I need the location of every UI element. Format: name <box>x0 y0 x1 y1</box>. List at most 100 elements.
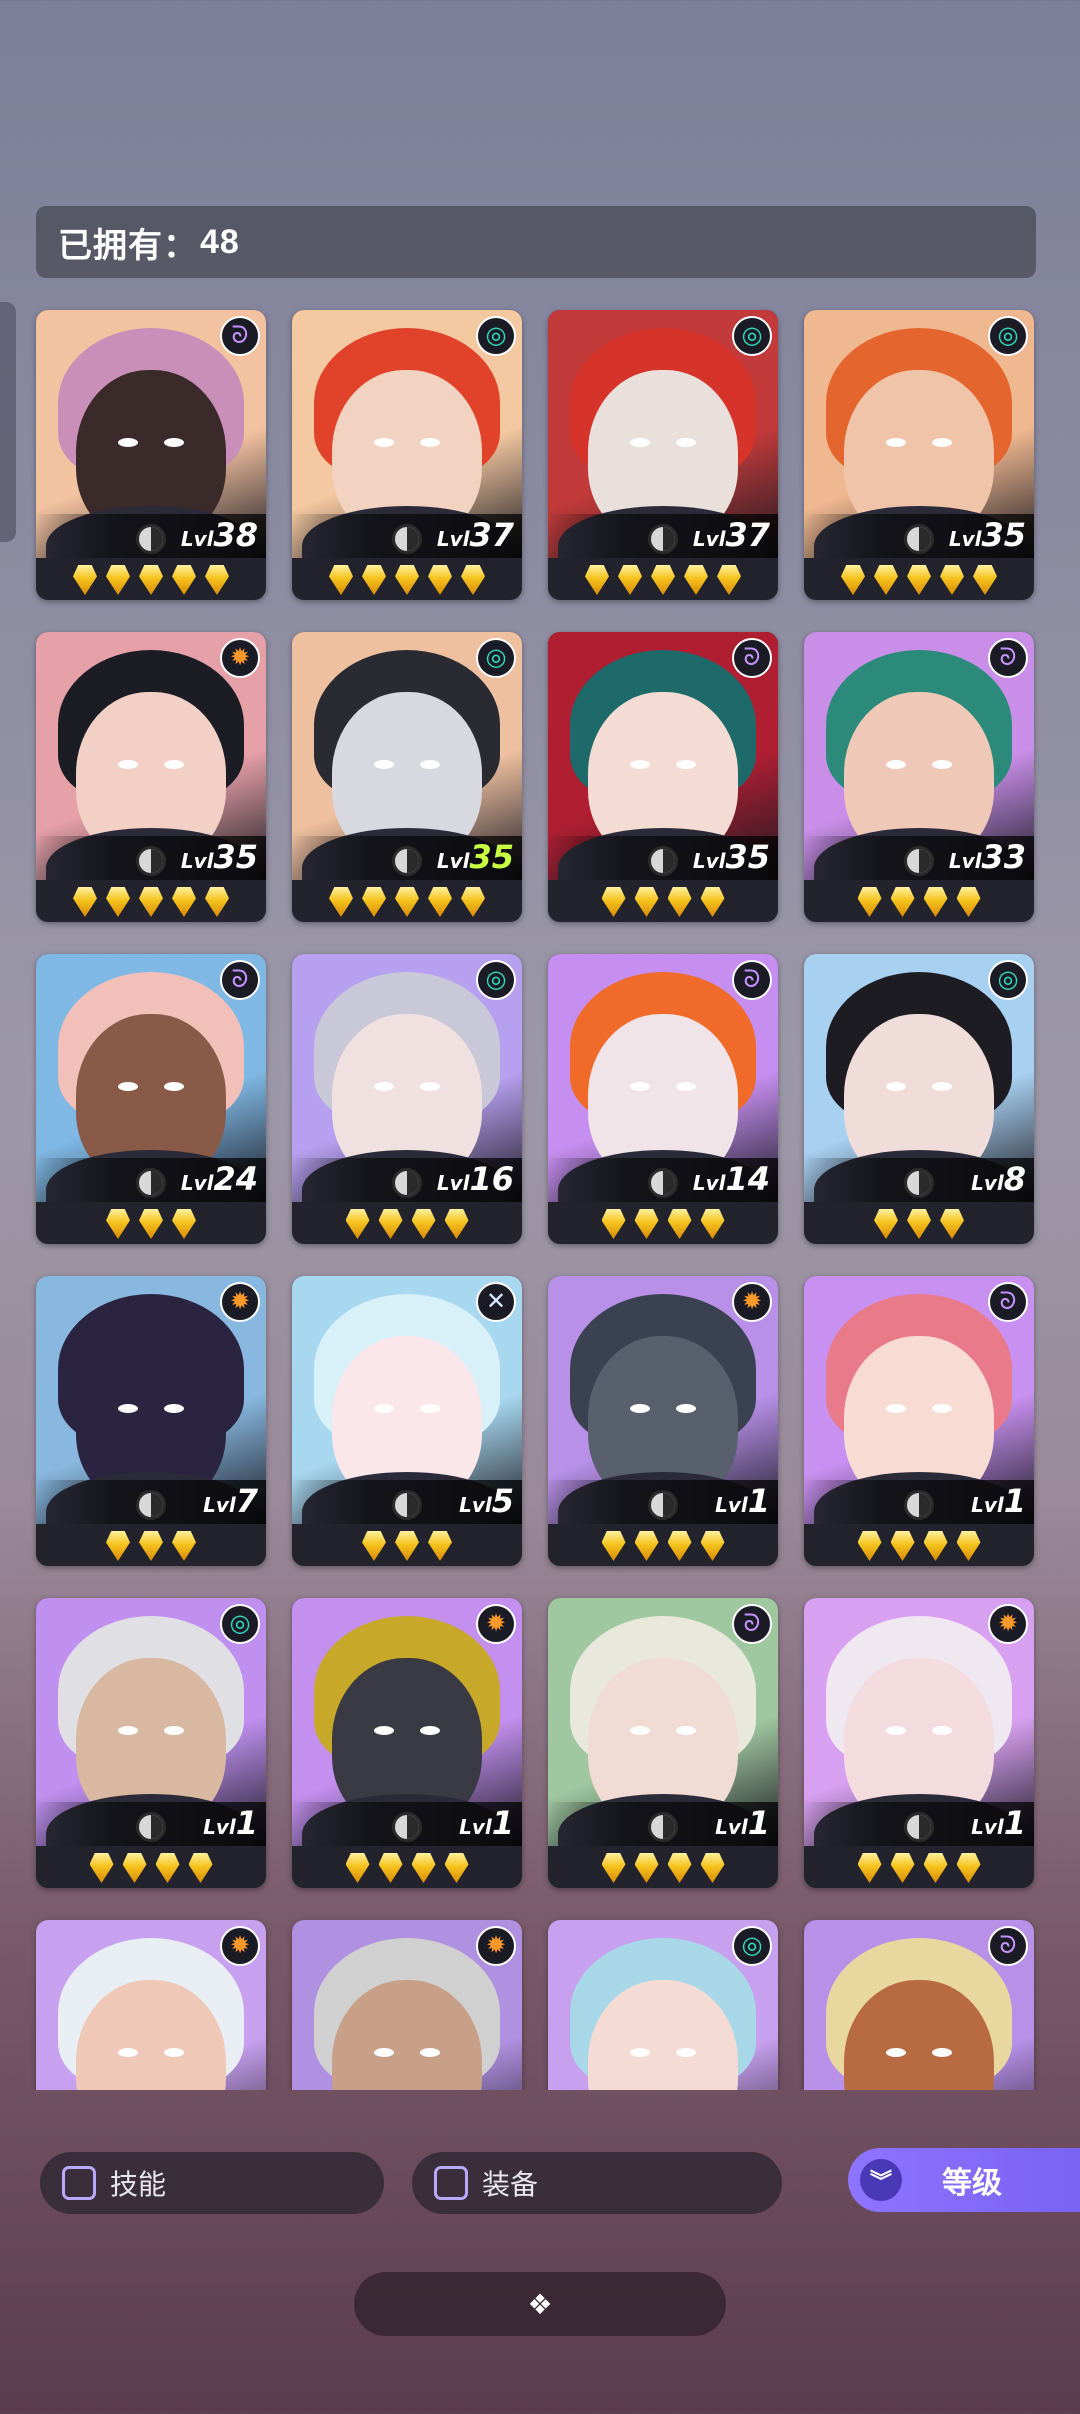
hero-level: Lvl38 <box>181 516 258 554</box>
level-number: 5 <box>491 1482 514 1520</box>
sort-by-level-button[interactable]: ︾ 等级 <box>848 2148 1080 2212</box>
hero-card[interactable]: ◎ <box>548 1920 778 2090</box>
gold-star-icon <box>923 1853 948 1883</box>
purple-spiral-icon: ᘐ <box>220 316 260 356</box>
gold-star-icon <box>857 1853 882 1883</box>
equip-checkbox[interactable] <box>434 2166 468 2200</box>
hero-card[interactable]: ✹ <box>292 1920 522 2090</box>
class-emblem-icon <box>904 1490 934 1520</box>
hero-card[interactable]: ✹ Lvl7 <box>36 1276 266 1566</box>
gold-star-icon <box>411 1209 436 1239</box>
skill-checkbox[interactable] <box>62 2166 96 2200</box>
hero-card[interactable]: ◎ Lvl37 <box>548 310 778 600</box>
purple-spiral-icon: ᘐ <box>988 638 1028 678</box>
hero-card[interactable]: ᘐ Lvl33 <box>804 632 1034 922</box>
gold-star-icon <box>89 1853 114 1883</box>
class-emblem-icon <box>392 1490 422 1520</box>
gold-star-icon <box>362 565 386 595</box>
class-emblem-icon <box>392 524 422 554</box>
hero-level: Lvl1 <box>715 1482 770 1520</box>
hero-card[interactable]: ᘐ Lvl1 <box>804 1276 1034 1566</box>
gold-star-icon <box>172 887 196 917</box>
skill-filter-toggle[interactable]: 技能 <box>40 2152 384 2214</box>
owned-label: 已拥有： <box>58 226 198 265</box>
hero-card[interactable]: ✹ Lvl1 <box>804 1598 1034 1888</box>
purple-spiral-icon: ᘐ <box>220 960 260 1000</box>
star-rating <box>804 562 1034 598</box>
hero-grid-viewport[interactable]: ᘐ Lvl38 ◎ Lvl37 ◎ Lvl37 ◎ Lvl35 ✹ Lvl35 ◎ Lvl35 ᘐ Lvl… <box>0 300 1080 2090</box>
gold-star-icon <box>601 1853 626 1883</box>
gold-star-icon <box>857 887 882 917</box>
gold-star-icon <box>329 565 353 595</box>
gold-star-icon <box>890 887 915 917</box>
hero-card[interactable]: ✕ Lvl5 <box>292 1276 522 1566</box>
star-rating <box>292 562 522 598</box>
gold-star-icon <box>106 1209 130 1239</box>
hero-card[interactable]: ◎ Lvl35 <box>804 310 1034 600</box>
hero-card[interactable]: ◎ Lvl35 <box>292 632 522 922</box>
gold-star-icon <box>907 1209 931 1239</box>
orange-gear-icon: ✹ <box>220 638 260 678</box>
level-number: 37 <box>725 516 770 554</box>
gold-star-icon <box>634 1853 659 1883</box>
level-prefix: Lvl <box>459 1815 492 1839</box>
star-rating <box>36 884 266 920</box>
double-chevron-down-icon: ︾ <box>860 2159 902 2201</box>
purple-spiral-icon: ᘐ <box>732 960 772 1000</box>
gold-star-icon <box>329 887 353 917</box>
level-number: 35 <box>725 838 770 876</box>
teal-swirl-icon: ◎ <box>732 316 772 356</box>
hero-card[interactable]: ✹ Lvl1 <box>292 1598 522 1888</box>
hero-card[interactable]: ᘐ Lvl24 <box>36 954 266 1244</box>
star-rating <box>36 562 266 598</box>
teal-swirl-icon: ◎ <box>476 316 516 356</box>
hero-card[interactable]: ᘐ Lvl14 <box>548 954 778 1244</box>
hero-card[interactable]: ◎ Lvl37 <box>292 310 522 600</box>
gold-star-icon <box>956 1531 981 1561</box>
level-prefix: Lvl <box>436 527 470 551</box>
hero-level: Lvl1 <box>971 1482 1026 1520</box>
gold-star-icon <box>139 565 163 595</box>
gold-star-icon <box>172 1209 196 1239</box>
level-prefix: Lvl <box>948 527 982 551</box>
hero-card[interactable]: ◎ Lvl1 <box>36 1598 266 1888</box>
level-prefix: Lvl <box>715 1815 748 1839</box>
gold-star-icon <box>395 1531 419 1561</box>
teal-swirl-icon: ◎ <box>988 960 1028 1000</box>
hero-card[interactable]: ◎ Lvl16 <box>292 954 522 1244</box>
hero-card[interactable]: ✹ Lvl35 <box>36 632 266 922</box>
gold-star-icon <box>444 1853 469 1883</box>
star-rating <box>548 1850 778 1886</box>
hero-card[interactable]: ᘐ Lvl38 <box>36 310 266 600</box>
level-number: 14 <box>725 1160 770 1198</box>
hero-card[interactable]: ◎ Lvl8 <box>804 954 1034 1244</box>
orange-gear-icon: ✹ <box>988 1604 1028 1644</box>
hero-level: Lvl33 <box>949 838 1026 876</box>
class-emblem-icon <box>392 1812 422 1842</box>
hero-card[interactable]: ᘐ Lvl1 <box>548 1598 778 1888</box>
gold-star-icon <box>106 1531 130 1561</box>
expand-menu-button[interactable]: ❖ <box>354 2272 726 2336</box>
gold-star-icon <box>362 887 386 917</box>
gold-star-icon <box>601 1531 626 1561</box>
star-rating <box>36 1850 266 1886</box>
hero-card[interactable]: ᘐ Lvl35 <box>548 632 778 922</box>
teal-swirl-icon: ◎ <box>220 1604 260 1644</box>
star-rating <box>804 1850 1034 1886</box>
class-emblem-icon <box>136 846 166 876</box>
hero-card[interactable]: ✹ <box>36 1920 266 2090</box>
star-rating <box>548 884 778 920</box>
gold-star-icon <box>634 1531 659 1561</box>
class-emblem-icon <box>648 1168 678 1198</box>
hero-card[interactable]: ᘐ <box>804 1920 1034 2090</box>
hero-level: Lvl37 <box>693 516 770 554</box>
skill-filter-label: 技能 <box>110 2169 167 2200</box>
gold-star-icon <box>601 887 626 917</box>
hero-card[interactable]: ✹ Lvl1 <box>548 1276 778 1566</box>
equip-filter-toggle[interactable]: 装备 <box>412 2152 782 2214</box>
orange-gear-icon: ✹ <box>732 1282 772 1322</box>
hero-level: Lvl35 <box>437 838 514 876</box>
level-number: 24 <box>213 1160 258 1198</box>
level-prefix: Lvl <box>948 849 982 873</box>
hero-grid: ᘐ Lvl38 ◎ Lvl37 ◎ Lvl37 ◎ Lvl35 ✹ Lvl35 ◎ Lvl35 ᘐ Lvl… <box>36 310 1034 2090</box>
